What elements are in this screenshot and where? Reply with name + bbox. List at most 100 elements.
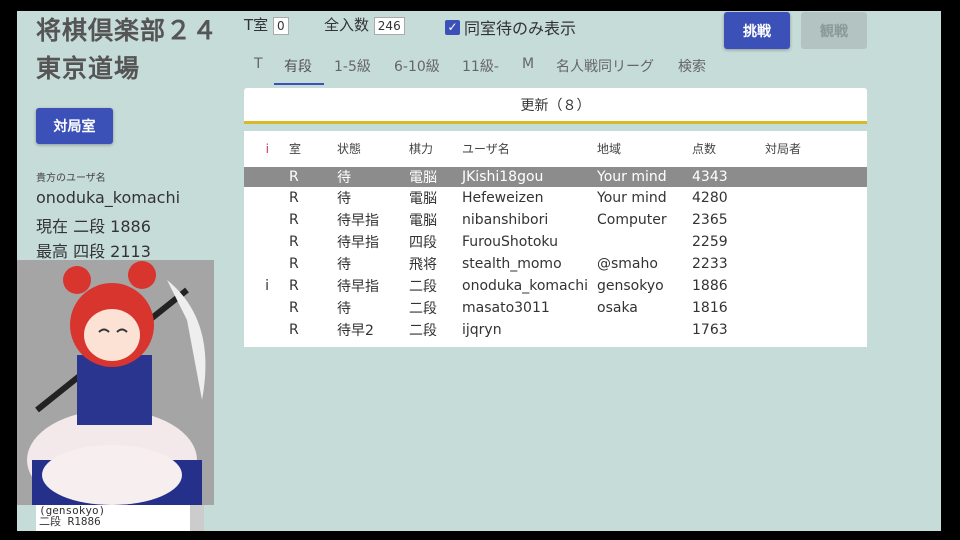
table-cell xyxy=(765,253,867,275)
table-row[interactable]: R 待早2 二段 ijqryn 1763 xyxy=(244,319,867,341)
table-cell xyxy=(765,209,867,231)
table-cell xyxy=(244,319,289,341)
table-row[interactable]: i R 待早指 二段 onoduka_komachi gensokyo 1886 xyxy=(244,275,867,297)
tab-search[interactable]: 検索 xyxy=(678,56,706,76)
table-cell: Your mind xyxy=(597,168,667,185)
table-cell: 待 xyxy=(337,190,351,207)
table-cell: 待早2 xyxy=(337,322,374,339)
table-cell: R xyxy=(289,211,299,228)
t-room-value: 0 xyxy=(272,17,289,35)
table-cell: 2365 xyxy=(692,211,728,228)
tab-kyu-1-5[interactable]: 1-5級 xyxy=(334,56,371,76)
table-cell: 電脳 xyxy=(409,212,437,229)
refresh-button[interactable]: 更新（８） xyxy=(244,88,867,124)
table-cell: nibanshibori xyxy=(462,211,549,228)
table-cell xyxy=(244,297,289,319)
same-room-checkbox[interactable]: ✓ 同室待のみ表示 xyxy=(445,15,576,39)
character-avatar-image xyxy=(17,260,214,505)
table-cell xyxy=(244,187,289,209)
column-header[interactable]: 室 xyxy=(289,140,337,162)
table-cell xyxy=(244,209,289,231)
table-row[interactable]: R 待早指 電脳 nibanshibori Computer 2365 xyxy=(244,209,867,231)
table-header: i 室状態 棋力 ユーザ名 地域 点数 対局者 xyxy=(244,140,867,162)
t-room-label: T室 xyxy=(244,16,269,34)
tab-meijin-league[interactable]: 名人戦同リーグ xyxy=(556,56,654,76)
table-cell: 二段 xyxy=(409,278,437,295)
table-cell: 待早指 xyxy=(337,212,379,229)
table-cell: 2233 xyxy=(692,255,728,272)
table-cell: 待早指 xyxy=(337,278,379,295)
table-cell: Your mind xyxy=(597,189,667,206)
column-header[interactable]: 点数 xyxy=(692,140,765,162)
player-table: i 室状態 棋力 ユーザ名 地域 点数 対局者 R 待電脳 JKishi18gou Your mi… xyxy=(244,140,867,341)
tab-kyu-6-10[interactable]: 6-10級 xyxy=(394,56,440,76)
current-rating: 現在 二段 1886 xyxy=(36,217,151,236)
total-value: 246 xyxy=(373,17,405,35)
table-cell: onoduka_komachi xyxy=(462,277,589,294)
tab-kyu-11[interactable]: 11級- xyxy=(462,56,499,76)
table-cell xyxy=(765,319,867,341)
caption-line: 二段 R1886 xyxy=(39,515,101,528)
column-header[interactable]: ユーザ名 xyxy=(462,140,597,162)
tab-dan[interactable]: 有段 xyxy=(284,56,312,76)
table-cell: Hefeweizen xyxy=(462,189,544,206)
table-row[interactable]: R 待早指 四段 FurouShotoku 2259 xyxy=(244,231,867,253)
checkbox-checked-icon[interactable]: ✓ xyxy=(445,19,460,35)
table-cell: 待 xyxy=(337,256,351,273)
checkbox-label: 同室待のみ表示 xyxy=(464,19,577,38)
table-cell: 待 xyxy=(337,169,351,186)
table-cell: R xyxy=(289,255,299,272)
column-header[interactable]: 地域 xyxy=(597,140,692,162)
table-cell: 待 xyxy=(337,300,351,317)
table-cell: stealth_momo xyxy=(462,255,562,272)
table-row[interactable]: R 待 飛将 stealth_momo @smaho 2233 xyxy=(244,253,867,275)
caption-scrollbar[interactable] xyxy=(190,505,204,531)
table-cell: 二段 xyxy=(409,322,437,339)
tab-m[interactable]: M xyxy=(522,56,534,72)
table-cell: FurouShotoku xyxy=(462,233,558,250)
table-cell: 二段 xyxy=(409,300,437,317)
table-cell xyxy=(765,162,867,187)
table-cell: R xyxy=(289,189,299,206)
column-header[interactable]: 棋力 xyxy=(409,140,462,162)
table-cell: i xyxy=(265,277,269,294)
table-cell: ijqryn xyxy=(462,321,502,338)
challenge-button[interactable]: 挑戦 xyxy=(724,12,790,49)
room-button[interactable]: 対局室 xyxy=(36,108,113,144)
table-cell: R xyxy=(289,168,299,185)
column-header[interactable]: 状態 xyxy=(337,140,409,162)
avatar xyxy=(17,260,214,505)
table-cell: 2259 xyxy=(692,233,728,250)
table-cell xyxy=(765,187,867,209)
caption-box: (gensokyo) 二段 R1886 xyxy=(36,505,190,531)
site-title: 将棋倶楽部２４ xyxy=(36,16,219,45)
column-header[interactable]: 対局者 xyxy=(765,140,867,162)
table-cell: R xyxy=(289,233,299,250)
user-label: 貴方のユーザ名 xyxy=(36,173,106,184)
table-row[interactable]: R 待 電脳 Hefeweizen Your mind 4280 xyxy=(244,187,867,209)
tab-t[interactable]: T xyxy=(254,56,263,72)
table-cell: @smaho xyxy=(597,255,658,272)
watch-button[interactable]: 観戦 xyxy=(801,12,867,49)
player-table-panel: i 室状態 棋力 ユーザ名 地域 点数 対局者 R 待電脳 JKishi18gou Your mi… xyxy=(244,131,867,347)
table-cell xyxy=(244,162,289,187)
table-cell xyxy=(597,319,692,341)
table-cell: 電脳 xyxy=(409,190,437,207)
table-cell: R xyxy=(289,321,299,338)
table-cell xyxy=(244,231,289,253)
table-row[interactable]: R 待 電脳 JKishi18gou Your mind 4343 xyxy=(244,162,867,187)
total: 全入数 246 xyxy=(324,14,405,35)
username: onoduka_komachi xyxy=(36,188,181,207)
table-cell: osaka xyxy=(597,299,638,316)
table-row[interactable]: R 待 二段 masato3011 osaka 1816 xyxy=(244,297,867,319)
tab-bar: T 有段 1-5級 6-10級 11級- M 名人戦同リーグ 検索 xyxy=(244,56,864,86)
column-header[interactable]: i xyxy=(244,140,289,162)
table-cell xyxy=(597,231,692,253)
table-cell: Computer xyxy=(597,211,667,228)
t-room: T室 0 xyxy=(244,14,289,35)
table-cell xyxy=(765,297,867,319)
table-cell: 電脳 xyxy=(409,169,437,186)
table-cell: 4343 xyxy=(692,168,728,185)
table-cell: R xyxy=(289,277,299,294)
table-cell: 4280 xyxy=(692,189,728,206)
